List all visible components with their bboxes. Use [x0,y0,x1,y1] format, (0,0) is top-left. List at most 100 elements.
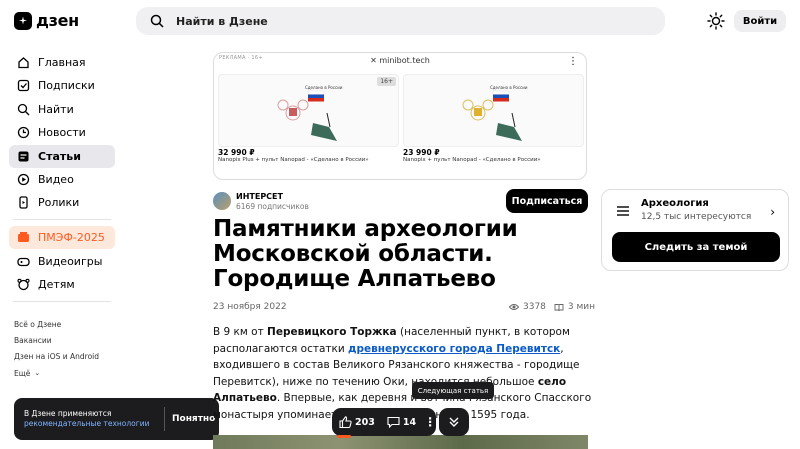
sidebar-item-label: Подписки [38,79,95,93]
drone-image: Сделано в России [462,85,528,141]
topic-card: Археология 12,5 тыс интересуются › Следи… [601,189,789,271]
sidebar-item-label: Детям [38,278,75,292]
bear-icon [17,278,30,291]
chevron-right-icon[interactable]: › [770,205,775,219]
age-badge: 16+ [377,77,396,86]
avatar[interactable] [213,192,231,210]
ad-tiles: Сделано в России 16+ Сделано в России [218,74,584,147]
chevron-down-icon: ⌄ [34,369,41,378]
cookie-link[interactable]: рекомендательные технологии [24,419,164,429]
phone-icon [17,196,30,209]
divider [13,219,111,221]
ad-price: 32 990 ₽ [218,148,255,157]
thumbs-up-icon [339,416,352,428]
bold-text: Перевицкого Торжка [267,326,397,338]
topic-followers: 12,5 тыс интересуются [641,212,752,222]
article-meta: 3378 3 мин [509,302,595,312]
ad-description: Nanopix Plus + пульт Nanopad - «Сделано … [218,157,369,163]
more-options-icon[interactable]: ⋮ [424,415,436,429]
drone-image: Сделано в России [277,85,343,141]
sidebar-item-kids[interactable]: Детям [9,273,115,296]
login-button[interactable]: Войти [734,10,786,32]
sidebar-item-promo[interactable]: ПМЭФ-2025 [9,226,115,250]
check-square-icon [17,79,30,92]
views-count: 3378 [523,302,546,312]
ad-description: Nanopix + пульт Nanopad - «Сделано в Рос… [403,157,541,163]
article-title: Памятники археологии Московской области.… [213,216,518,292]
sidebar-nav: Главная Подписки Найти Новости Статьи Ви… [9,51,115,308]
cookie-text: В Дзене применяются рекомендательные тех… [14,409,164,429]
read-time: 3 мин [567,302,596,312]
sidebar-item-label: Видеоигры [38,254,103,268]
sun-icon[interactable] [707,12,725,30]
sidebar-item-games[interactable]: Видеоигры [9,250,115,273]
like-button[interactable]: 203 [339,416,375,428]
tile-caption: Сделано в России [490,85,528,90]
comments-button[interactable]: 14 [387,416,416,428]
menu-icon [617,206,629,216]
ad-site: ✕ minibot.tech [214,56,586,65]
logo-text: дзен [36,11,79,30]
book-icon [554,303,564,311]
home-icon [17,56,30,69]
article-link[interactable]: древнерусского города Перевитск [348,343,560,355]
ad-card[interactable]: РЕКЛАМА · 16+ ✕ minibot.tech ⋮ Сделано в… [213,52,587,180]
play-icon [17,173,30,186]
spief-icon [17,231,30,244]
footer-link-about[interactable]: Всё о Дзене [14,316,99,332]
article-date: 23 ноября 2022 [213,302,287,312]
sidebar-item-label: Новости [38,126,86,140]
sidebar-item-label: Видео [38,172,74,186]
cookie-banner: В Дзене применяются рекомендательные тех… [14,398,219,440]
dzen-logo[interactable]: дзен [14,11,79,30]
advertiser-logo-icon: ✕ [370,56,380,65]
ad-site-name: minibot.tech [379,56,430,65]
ad-tile[interactable]: Сделано в России 16+ [218,74,399,147]
follow-topic-button[interactable]: Следить за темой [612,232,780,262]
next-article-tooltip: Следующая статья [412,382,494,399]
author-name[interactable]: ИНТЕРСЕТ [236,192,283,201]
subscribe-button[interactable]: Подписаться [506,189,588,213]
sidebar-item-news[interactable]: Новости [9,121,115,144]
search-icon [150,14,164,28]
like-count: 203 [355,416,375,428]
footer-link-apps[interactable]: Дзен на iOS и Android [14,349,99,365]
eye-icon [509,304,519,310]
search-bar[interactable] [136,7,665,35]
ad-price: 23 990 ₽ [403,148,440,157]
search-icon [17,103,30,116]
cookie-message: В Дзене применяются [24,409,112,418]
more-label: Ещё [14,368,31,378]
footer-link-more[interactable]: Ещё ⌄ [14,365,99,381]
topic-name[interactable]: Археология [641,198,709,209]
dzen-logo-icon [14,11,32,30]
divider [13,301,111,303]
footer-links: Всё о Дзене Вакансии Дзен на iOS и Andro… [14,316,99,382]
sidebar-item-search[interactable]: Найти [9,98,115,121]
article-icon [17,150,30,163]
sidebar-item-articles[interactable]: Статьи [9,144,115,168]
tile-caption: Сделано в России [305,85,343,90]
sidebar-item-subscriptions[interactable]: Подписки [9,74,115,97]
comment-icon [387,416,400,428]
comment-count: 14 [402,416,417,428]
ad-tile[interactable]: Сделано в России [403,74,584,147]
search-input[interactable] [176,14,576,28]
author-subscribers: 6169 подписчиков [236,202,309,211]
footer-link-jobs[interactable]: Вакансии [14,332,99,348]
more-options-icon[interactable]: ⋮ [568,56,578,67]
sidebar-item-shorts[interactable]: Ролики [9,191,115,214]
double-chevron-down-icon [449,417,459,427]
sidebar-item-label: Найти [38,102,74,116]
cookie-ok-button[interactable]: Понятно [165,414,215,424]
sidebar-item-label: Статьи [38,149,81,163]
reading-progress [337,435,351,438]
sidebar-item-home[interactable]: Главная [9,51,115,74]
sidebar-item-video[interactable]: Видео [9,168,115,191]
sidebar-item-label: Главная [38,56,86,69]
next-article-button[interactable] [439,408,469,436]
gamepad-icon [17,255,30,268]
article-image [213,435,588,449]
action-bar: 203 14 ⋮ [332,408,436,436]
clock-icon [17,126,30,139]
